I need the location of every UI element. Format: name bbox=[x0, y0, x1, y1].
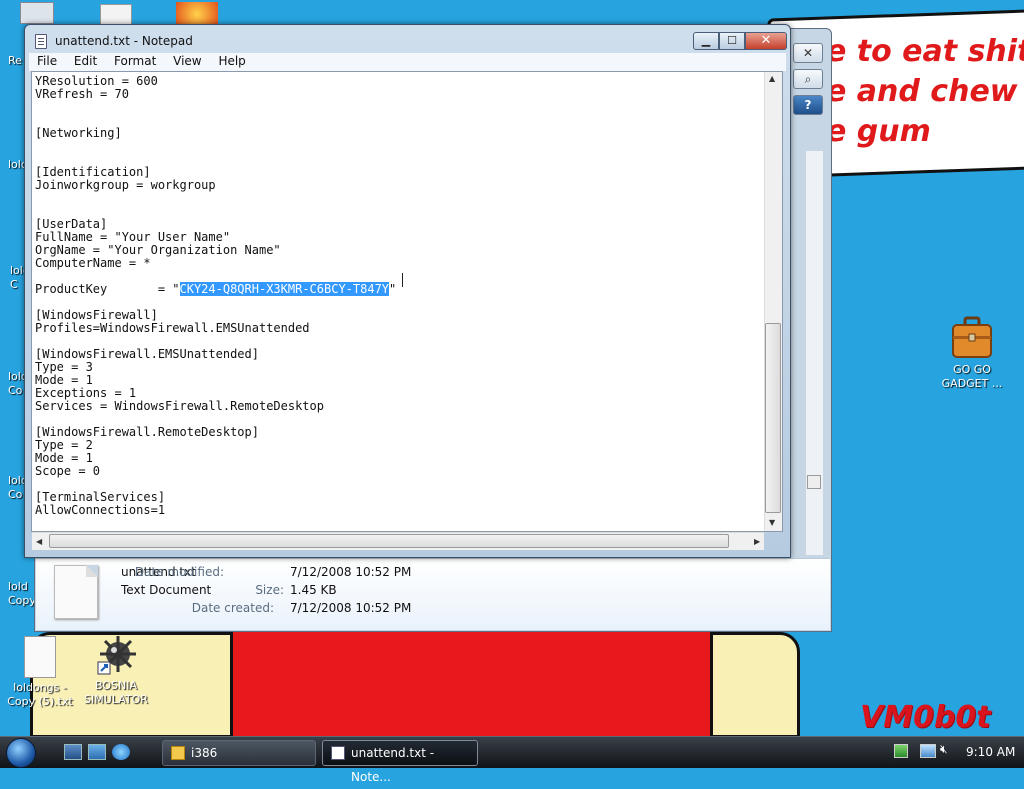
selected-product-key[interactable]: CKY24-Q8QRH-X3KMR-C6BCY-T847Y bbox=[179, 282, 390, 296]
notepad-icon bbox=[331, 746, 345, 760]
minimize-button[interactable]: ▁ bbox=[693, 32, 719, 50]
scroll-right-arrow-icon[interactable]: ▶ bbox=[754, 537, 760, 546]
switch-windows-icon[interactable] bbox=[88, 744, 106, 760]
minesweeper-shortcut-icon bbox=[96, 634, 136, 676]
menu-edit[interactable]: Edit bbox=[69, 53, 102, 69]
taskbar-button-i386[interactable]: i386 bbox=[162, 740, 316, 766]
taskbar-button-label: i386 bbox=[191, 746, 218, 760]
text-after-selection: " [WindowsFirewall] Profiles=WindowsFire… bbox=[35, 282, 397, 517]
date-modified-label: Date modified: bbox=[134, 565, 224, 579]
scroll-up-arrow-icon[interactable]: ▲ bbox=[769, 74, 775, 83]
start-button[interactable] bbox=[6, 738, 42, 768]
menu-format[interactable]: Format bbox=[109, 53, 161, 69]
date-modified-value: 7/12/2008 10:52 PM bbox=[290, 565, 412, 579]
taskbar bbox=[0, 736, 1024, 768]
search-icon[interactable]: ⌕ bbox=[793, 69, 823, 89]
details-pane: unattend.txt Text Document Date modified… bbox=[36, 558, 830, 630]
date-created-value: 7/12/2008 10:52 PM bbox=[290, 601, 412, 615]
scroll-down-arrow-icon[interactable]: ▼ bbox=[769, 518, 775, 527]
desktop-icon-label: loldongs - Copy (5).txt bbox=[7, 681, 73, 708]
size-value: 1.45 KB bbox=[290, 583, 337, 597]
desktop-icon-bosnia-simulator[interactable]: BOSNIA SIMULATOR bbox=[76, 634, 156, 707]
window-title: unattend.txt - Notepad bbox=[55, 34, 193, 48]
desktop-icon-label: BOSNIA SIMULATOR bbox=[84, 679, 148, 706]
editor-content[interactable]: YResolution = 600 VRefresh = 70 [Network… bbox=[32, 72, 782, 517]
close-button[interactable]: ✕ bbox=[745, 32, 787, 50]
show-desktop-icon[interactable] bbox=[64, 744, 82, 760]
desktop-label-6[interactable]: lold Copy bbox=[8, 580, 36, 608]
text-before-selection: YResolution = 600 VRefresh = 70 [Network… bbox=[35, 74, 281, 296]
menu-help[interactable]: Help bbox=[213, 53, 250, 69]
system-tray: 🔇︎ 9:10 AM bbox=[886, 738, 1024, 768]
desktop-label-1[interactable]: Re bbox=[8, 54, 22, 68]
desktop-icon-label: GO GO GADGET ... bbox=[941, 363, 1003, 390]
taskbar-button-label: unattend.txt - Note... bbox=[351, 746, 435, 784]
taskbar-button-notepad[interactable]: unattend.txt - Note... bbox=[322, 740, 478, 784]
explorer-side-buttons: ✕ ⌕ ? bbox=[793, 43, 827, 121]
drawing-yellow-right bbox=[710, 632, 800, 738]
help-icon[interactable]: ? bbox=[793, 95, 823, 115]
volume-muted-icon[interactable]: 🔇︎ bbox=[940, 742, 956, 758]
menu-bar: File Edit Format View Help bbox=[29, 53, 786, 71]
close-icon[interactable]: ✕ bbox=[793, 43, 823, 63]
date-created-label: Date created: bbox=[191, 601, 274, 615]
internet-explorer-icon[interactable] bbox=[112, 744, 130, 760]
network-icon[interactable] bbox=[920, 744, 936, 758]
folder-icon bbox=[171, 746, 185, 760]
notepad-icon bbox=[35, 34, 47, 49]
scroll-left-arrow-icon[interactable]: ◀ bbox=[36, 537, 42, 546]
explorer-scrollbar[interactable] bbox=[805, 151, 823, 555]
vertical-scroll-thumb[interactable] bbox=[765, 323, 781, 513]
size-label: Size: bbox=[255, 583, 284, 597]
security-center-icon[interactable] bbox=[894, 744, 908, 758]
desktop-icon-loldongs[interactable]: loldongs - Copy (5).txt bbox=[0, 636, 80, 709]
drawing-red-body bbox=[230, 632, 715, 738]
maximize-button[interactable]: ☐ bbox=[719, 32, 745, 50]
windows-logo-icon bbox=[6, 738, 36, 768]
signature-text: VM0b0t bbox=[860, 700, 991, 735]
desktop-icon-go-go-gadget[interactable]: GO GO GADGET ... bbox=[932, 316, 1012, 391]
file-thumbnail bbox=[54, 565, 98, 619]
text-editor[interactable]: YResolution = 600 VRefresh = 70 [Network… bbox=[31, 71, 783, 532]
clock[interactable]: 9:10 AM bbox=[966, 745, 1015, 759]
text-file-icon bbox=[24, 636, 56, 678]
horizontal-scroll-thumb[interactable] bbox=[49, 534, 729, 548]
firefox-icon[interactable] bbox=[176, 2, 218, 26]
explorer-scroll-thumb[interactable] bbox=[807, 475, 821, 489]
briefcase-icon bbox=[951, 316, 993, 360]
ibeam-cursor-icon bbox=[402, 273, 403, 287]
recycle-bin-icon[interactable] bbox=[20, 2, 54, 24]
bubble-text: e to eat shit e and chew e gum bbox=[826, 34, 1024, 149]
notepad-window[interactable]: unattend.txt - Notepad ▁ ☐ ✕ File Edit F… bbox=[24, 24, 791, 558]
menu-file[interactable]: File bbox=[32, 53, 62, 69]
menu-view[interactable]: View bbox=[168, 53, 206, 69]
text-file-icon[interactable] bbox=[100, 4, 132, 26]
